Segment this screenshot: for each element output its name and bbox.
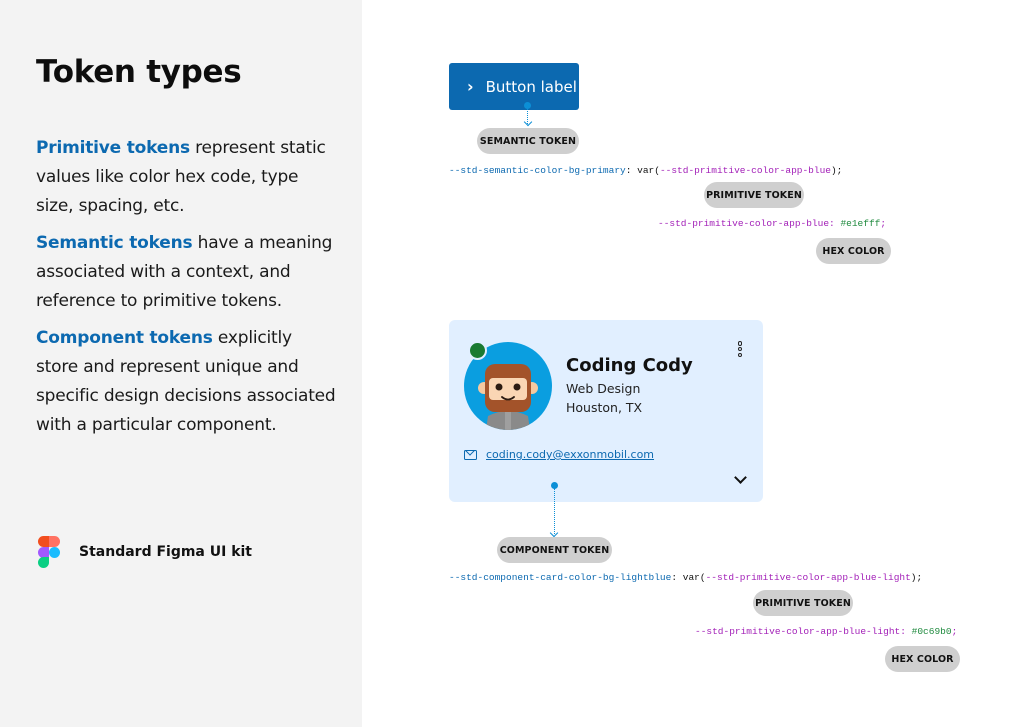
hex-color-pill: HEX COLOR — [885, 646, 960, 672]
component-token-pill: COMPONENT TOKEN — [497, 537, 612, 563]
email-link[interactable]: coding.cody@exxonmobil.com — [486, 448, 654, 461]
semantic-tokens-description: Semantic tokens have a meaning associate… — [36, 229, 336, 316]
page-title: Token types — [36, 54, 242, 90]
brand: Standard Figma UI kit — [38, 536, 252, 568]
mail-icon — [464, 449, 477, 460]
primitive-token-code: --std-primitive-color-app-blue: #e1efff; — [658, 218, 887, 229]
component-tokens-description: Component tokens explicitly store and re… — [36, 324, 336, 440]
button-label: Button label — [485, 77, 577, 96]
primitive-token-code: --std-primitive-color-app-blue-light: #0… — [695, 626, 958, 637]
chevron-down-icon[interactable] — [734, 471, 747, 484]
semantic-token-pill: SEMANTIC TOKEN — [477, 128, 579, 154]
brand-label: Standard Figma UI kit — [79, 544, 253, 560]
kebab-menu-icon[interactable] — [736, 341, 744, 357]
figma-logo-icon — [38, 536, 60, 568]
online-status-indicator — [468, 341, 487, 360]
connector-arrow-icon — [523, 117, 532, 127]
primitive-token-pill: PRIMITIVE TOKEN — [753, 590, 853, 616]
profile-card: Coding Cody Web Design Houston, TX codin… — [449, 320, 763, 502]
component-tokens-term: Component tokens — [36, 328, 213, 348]
primitive-token-pill: PRIMITIVE TOKEN — [704, 182, 804, 208]
semantic-token-code: --std-semantic-color-bg-primary: var(--s… — [449, 165, 843, 176]
semantic-tokens-term: Semantic tokens — [36, 233, 193, 253]
left-panel: Token types Primitive tokens represent s… — [0, 0, 362, 727]
primitive-tokens-description: Primitive tokens represent static values… — [36, 134, 336, 221]
primitive-tokens-term: Primitive tokens — [36, 138, 190, 158]
example-primary-button[interactable]: › Button label — [449, 63, 579, 110]
email-row: coding.cody@exxonmobil.com — [464, 448, 654, 461]
card-name: Coding Cody — [566, 355, 693, 376]
card-role: Web Design — [566, 381, 641, 396]
connector-arrow-icon — [549, 528, 559, 538]
connector-line — [554, 488, 555, 534]
chevron-right-icon: › — [467, 77, 474, 96]
hex-color-pill: HEX COLOR — [816, 238, 891, 264]
card-location: Houston, TX — [566, 400, 643, 415]
component-token-code: --std-component-card-color-bg-lightblue:… — [449, 572, 923, 583]
